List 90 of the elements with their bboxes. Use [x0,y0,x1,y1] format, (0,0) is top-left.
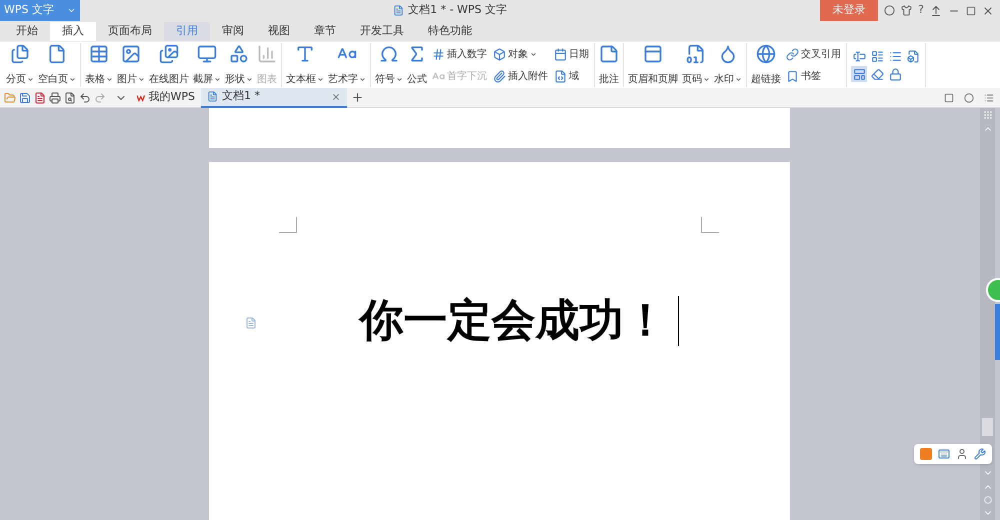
page-number-icon [686,44,706,64]
ribbon-button[interactable]: 域 [554,68,589,84]
document-icon [207,91,218,102]
globe-icon [756,44,776,64]
skin-icon[interactable] [884,5,896,16]
ribbon-button[interactable]: 插入附件 [493,68,548,84]
logo-icon [920,448,932,460]
sync-icon[interactable] [964,92,974,102]
menu-tab[interactable]: 开发工具 [348,22,416,41]
page-break-icon [10,44,30,64]
menu-tab[interactable]: 插入 [50,22,96,41]
shirt-icon[interactable] [901,5,912,16]
monitor-icon [197,44,217,64]
blank-page-icon [47,44,67,64]
menu-tab[interactable]: 特色功能 [416,22,484,41]
upload-icon[interactable] [930,4,942,16]
wps-logo-icon [137,92,144,102]
table-icon [89,44,109,64]
crop-mark [700,217,718,233]
list-box-icon[interactable] [869,48,885,64]
scroll-thumb[interactable] [982,418,993,436]
lock-icon[interactable] [887,66,903,82]
ribbon-button[interactable]: 形状 [223,44,255,86]
link-icon [786,48,799,60]
ribbon-button[interactable]: 在线图片 [147,44,191,86]
ribbon-button[interactable]: 空白页 [36,44,78,86]
menu-tab[interactable]: 章节 [302,22,348,41]
ribbon-button[interactable]: 书签 [786,68,841,84]
new-tab-icon[interactable] [351,91,364,104]
save-icon[interactable] [19,92,31,104]
maximize-icon[interactable] [966,6,976,16]
wrench-icon[interactable] [974,448,986,460]
preview-icon[interactable] [64,92,76,104]
print-icon[interactable] [49,92,61,104]
ribbon-button[interactable]: 艺术字 [326,44,368,86]
document-tab[interactable]: 文档1 * [201,88,347,108]
menu-tab[interactable]: 视图 [256,22,302,41]
ribbon-button[interactable]: 对象 [493,46,548,62]
close-icon[interactable] [982,4,994,16]
ribbon-button[interactable]: 图片 [115,44,147,86]
caret-icon [67,6,76,15]
eraser-icon[interactable] [869,66,885,82]
ribbon-button[interactable]: 超链接 [749,44,783,86]
document-icon [393,5,404,16]
options-icon[interactable] [984,92,994,102]
field-icon [554,70,567,82]
omega-icon [379,44,399,64]
keyboard-icon[interactable] [938,448,950,460]
page-header-icon [643,44,663,64]
ribbon-button[interactable]: 批注 [597,44,621,86]
folder-icon[interactable] [4,92,16,104]
note-icon [599,44,619,64]
ribbon-button[interactable]: 分页 [4,44,36,86]
user-icon[interactable] [956,448,968,460]
object-icon [493,48,506,60]
online-image-icon [159,44,179,64]
ribbon-button[interactable]: 页码 [680,44,712,86]
calendar-icon [554,48,567,60]
ribbon-button[interactable]: 插入数字 [432,46,487,62]
paragraph-icon[interactable] [244,317,256,329]
help-button[interactable]: ? [918,2,924,19]
ribbon-button[interactable]: 日期 [554,46,589,62]
ribbon-button[interactable]: 符号 [373,44,405,86]
ribbon-button[interactable]: 水印 [712,44,744,86]
bookmark-icon [786,70,799,82]
image-icon [121,44,141,64]
menu-tab[interactable]: 开始 [4,22,50,41]
menu-tab[interactable]: 审阅 [210,22,256,41]
frame-icon[interactable] [851,66,867,82]
panel-icon[interactable] [944,92,954,102]
ribbon-button[interactable]: 页眉和页脚 [626,44,680,86]
bar-chart-icon [257,44,277,64]
ribbon-button[interactable]: 交叉引用 [786,46,841,62]
document-text: 你一定会成功！ [360,294,668,348]
ribbon-button[interactable]: 表格 [83,44,115,86]
undo-icon[interactable] [79,92,91,104]
ribbon-button[interactable]: 文本框 [284,44,326,86]
text-box-icon [295,44,315,64]
pdf-icon[interactable] [34,92,46,104]
menu-tab[interactable]: 页面布局 [96,22,164,41]
crop-mark [278,217,296,233]
ribbon-button[interactable]: 公式 [405,44,429,86]
number-icon [432,48,445,60]
window-title: 文档1 * - WPS 文字 [408,2,508,18]
form-icon[interactable] [905,48,921,64]
close-tab-icon[interactable] [331,92,341,102]
ribbon-button[interactable]: 截屏 [191,44,223,86]
document-tab[interactable]: 我的WPS [131,88,201,108]
paperclip-icon [493,70,506,82]
shapes-icon [229,44,249,64]
